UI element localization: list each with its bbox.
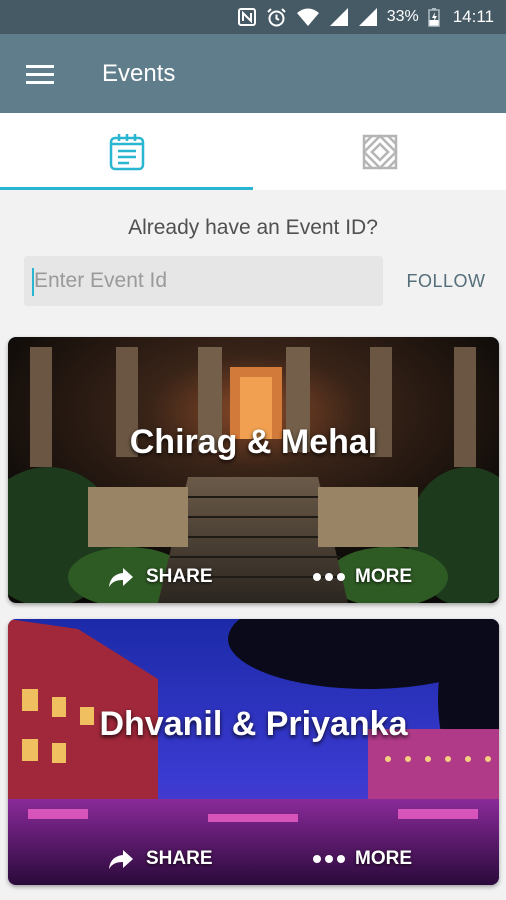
event-card[interactable]: Dhvanil & Priyanka SHARE MORE <box>8 619 499 885</box>
battery-charging-icon <box>427 8 440 27</box>
app-bar: Events <box>0 34 506 113</box>
page-title: Events <box>102 59 176 87</box>
event-id-input[interactable] <box>24 256 383 306</box>
follow-event-section: Already have an Event ID? FOLLOW <box>0 190 506 330</box>
status-bar: 33% 14:11 <box>0 0 506 34</box>
tab-discover[interactable] <box>253 113 506 190</box>
calendar-icon <box>109 133 144 170</box>
battery-percent: 33% <box>386 8 419 25</box>
hamburger-menu-icon <box>26 64 54 84</box>
signal-icon <box>329 8 348 26</box>
signal-icon <box>358 8 377 26</box>
follow-button[interactable]: FOLLOW <box>398 256 494 306</box>
logo-pattern-icon <box>361 133 398 170</box>
event-title: Chirag & Mehal <box>129 423 378 461</box>
more-label: MORE <box>355 566 412 587</box>
more-button[interactable]: MORE <box>313 559 412 595</box>
card-actions: SHARE MORE <box>8 559 499 595</box>
clock: 14:11 <box>452 7 494 26</box>
card-actions: SHARE MORE <box>8 841 499 877</box>
tab-events[interactable] <box>0 113 253 190</box>
share-label: SHARE <box>146 848 213 869</box>
more-dots-icon <box>313 573 345 581</box>
text-cursor <box>32 268 34 296</box>
nfc-icon <box>237 8 256 26</box>
more-button[interactable]: MORE <box>313 841 412 877</box>
event-title: Dhvanil & Priyanka <box>99 705 408 743</box>
share-button[interactable]: SHARE <box>108 841 213 877</box>
share-arrow-icon <box>109 850 133 869</box>
share-label: SHARE <box>146 566 213 587</box>
event-card[interactable]: Chirag & Mehal SHARE MORE <box>8 337 499 603</box>
more-label: MORE <box>355 848 412 869</box>
more-dots-icon <box>313 855 345 863</box>
wifi-icon <box>296 8 319 26</box>
share-button[interactable]: SHARE <box>108 559 213 595</box>
menu-button[interactable] <box>0 34 80 113</box>
alarm-icon <box>266 7 286 26</box>
event-id-prompt: Already have an Event ID? <box>128 216 378 239</box>
tab-bar <box>0 113 506 190</box>
share-arrow-icon <box>109 568 133 587</box>
